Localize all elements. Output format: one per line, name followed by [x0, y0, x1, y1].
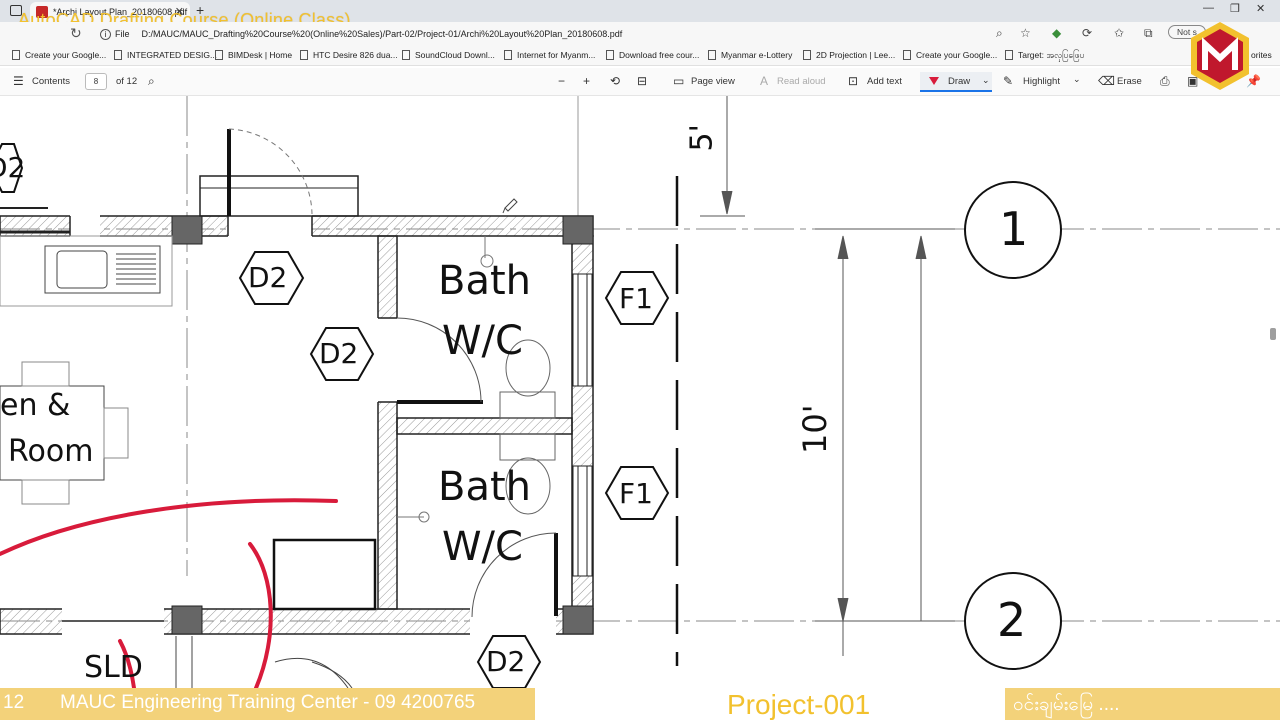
highlight-button[interactable]: Highlight — [1023, 76, 1060, 87]
contents-icon[interactable]: ☰ — [13, 74, 24, 88]
pen-color-icon — [929, 77, 939, 85]
sync-icon[interactable]: ⟳ — [1082, 26, 1092, 40]
contents-button[interactable]: Contents — [32, 76, 70, 87]
document-icon — [114, 50, 122, 60]
fit-page-icon[interactable]: ⊟ — [637, 74, 647, 88]
mauc-logo-icon — [1191, 22, 1249, 90]
favorites-icon[interactable]: ✩ — [1114, 26, 1124, 40]
document-icon — [504, 50, 512, 60]
extension-icon[interactable]: ◆ — [1052, 26, 1061, 40]
page-view-button[interactable]: Page view — [691, 76, 735, 87]
search-icon[interactable]: ⌕ — [148, 74, 155, 89]
footer-center-text: MAUC Engineering Training Center - 09 42… — [60, 692, 476, 713]
door-tag-label: D2 — [486, 645, 526, 678]
bookmark-item[interactable]: Download free cour... — [606, 50, 699, 60]
scrollbar-thumb[interactable] — [1270, 328, 1276, 340]
add-text-icon[interactable]: ⊡ — [848, 74, 858, 88]
read-aloud-icon: A — [760, 74, 769, 88]
kitchen-label-line1: en & — [0, 388, 71, 423]
bookmark-item[interactable]: Myanmar e-Lottery — [708, 50, 792, 60]
document-icon — [708, 50, 716, 60]
draw-button[interactable]: Draw ⌄ — [920, 72, 992, 92]
bookmarks-bar: Create your Google... INTEGRATED DESIG..… — [0, 46, 1280, 66]
bookmark-item[interactable]: Internet for Myanm... — [504, 50, 595, 60]
grid-label: 2 — [997, 593, 1027, 647]
add-text-button[interactable]: Add text — [867, 76, 902, 87]
window-tag-label: F1 — [619, 477, 653, 510]
door-tag-label: D2 — [248, 261, 288, 294]
zoom-in-icon[interactable]: + — [583, 74, 590, 88]
rotate-icon[interactable]: ⟲ — [610, 74, 620, 88]
pdf-page-canvas[interactable]: Bath W/C Bath W/C en & Room SLD D2 D2 D2… — [0, 96, 1280, 688]
window-tag-label: F1 — [619, 282, 653, 315]
bookmark-item[interactable]: BIMDesk | Home — [215, 50, 292, 60]
highlight-icon[interactable]: ✎ — [1003, 74, 1013, 88]
footer-right-band: ဝင်းချမ်းမြေ .... — [1005, 688, 1280, 720]
footer-project-label: Project-001 — [727, 689, 871, 720]
address-bar: ↻ i File D:/MAUC/MAUC_Drafting%20Course%… — [0, 22, 1280, 46]
other-favorites[interactable]: orites — [1251, 50, 1272, 60]
page-total: of 12 — [116, 76, 138, 87]
bookmark-item[interactable]: 2D Projection | Lee... — [803, 50, 895, 60]
document-icon — [803, 50, 811, 60]
bookmark-item[interactable]: SoundCloud Downl... — [402, 50, 495, 60]
sld-label: SLD — [84, 650, 143, 685]
zoom-out-icon[interactable]: − — [558, 74, 565, 88]
chevron-down-icon[interactable]: ⌄ — [982, 75, 990, 86]
draw-label: Draw — [948, 76, 971, 87]
pdf-toolbar: ☰ Contents 8 of 12 ⌕ − + ⟲ ⊟ ▭ Page view… — [0, 68, 1280, 96]
chevron-down-icon[interactable]: ⌄ — [1073, 74, 1081, 85]
minimize-icon[interactable]: — — [1203, 2, 1214, 14]
favorite-star-icon[interactable]: ☆ — [1020, 26, 1031, 40]
bookmark-item[interactable]: HTC Desire 826 dua... — [300, 50, 398, 60]
maximize-icon[interactable]: ❐ — [1230, 2, 1240, 15]
room-label-bath-1: Bath — [438, 258, 531, 304]
url-text: D:/MAUC/MAUC_Drafting%20Course%20(Online… — [141, 29, 623, 39]
dimension-text: 10' — [796, 404, 834, 454]
kitchen-label-line2: Room — [8, 434, 94, 469]
footer-banner: 12 MAUC Engineering Training Center - 09… — [0, 688, 1280, 720]
document-icon — [606, 50, 614, 60]
refresh-icon[interactable]: ↻ — [70, 25, 82, 42]
url-field[interactable]: i File D:/MAUC/MAUC_Drafting%20Course%20… — [100, 25, 980, 43]
bookmark-item[interactable]: Create your Google... — [903, 50, 997, 60]
document-icon — [215, 50, 223, 60]
print-icon[interactable]: ⎙ — [1160, 74, 1170, 89]
footer-number: 12 — [3, 692, 25, 713]
bookmark-item[interactable]: INTEGRATED DESIG... — [114, 50, 217, 60]
document-icon — [1005, 50, 1013, 60]
grid-label: 1 — [999, 202, 1029, 256]
room-label-bath-2: Bath — [438, 464, 531, 510]
bookmark-item[interactable]: Create your Google... — [12, 50, 106, 60]
file-label: File — [115, 29, 130, 39]
document-icon — [903, 50, 911, 60]
door-tag-label: D2 — [0, 151, 26, 184]
bookmark-item[interactable]: Target: အ​လှ​ပြ​ဖြေ​ပ — [1005, 50, 1084, 63]
screen: *Archi Layout Plan_20180608.pdf ✕ + — ❐ … — [0, 0, 1280, 720]
zoom-icon[interactable]: ⌕ — [996, 26, 1003, 41]
room-label-wc-2: W/C — [442, 524, 523, 570]
info-icon[interactable]: i — [100, 28, 111, 40]
footer-right-text: ဝင်းချမ်းမြေ .... — [1013, 694, 1120, 715]
door-tag-label: D2 — [319, 337, 359, 370]
document-icon — [12, 50, 20, 60]
eraser-icon[interactable]: ⌫ — [1098, 74, 1115, 88]
close-window-icon[interactable]: ✕ — [1256, 2, 1265, 15]
read-aloud-button: Read aloud — [777, 76, 826, 87]
document-icon — [300, 50, 308, 60]
floor-plan-drawing — [0, 96, 1280, 688]
erase-button[interactable]: Erase — [1117, 76, 1142, 87]
footer-left-band: 12 MAUC Engineering Training Center - 09… — [0, 688, 535, 720]
room-label-wc-1: W/C — [442, 318, 523, 364]
page-view-icon[interactable]: ▭ — [673, 74, 684, 88]
dimension-text: 5' — [684, 124, 720, 152]
page-number-input[interactable]: 8 — [85, 73, 107, 90]
collections-icon[interactable]: ⧉ — [1144, 26, 1153, 41]
document-icon — [402, 50, 410, 60]
